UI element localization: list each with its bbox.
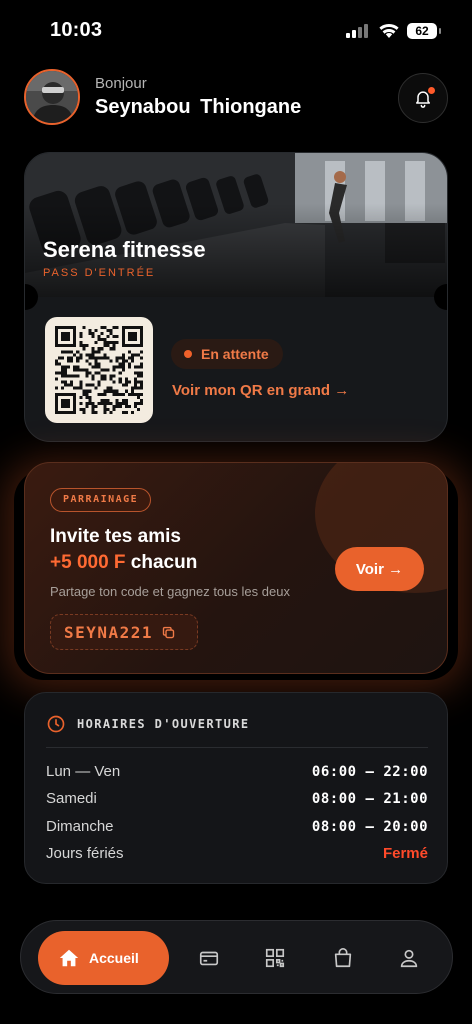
hours-value: 06:00 — 22:00	[311, 763, 428, 780]
home-icon	[59, 949, 79, 967]
tab-profile[interactable]	[397, 946, 421, 970]
user-icon	[400, 949, 418, 968]
hours-row: Jours fériés Fermé	[46, 845, 428, 862]
greeting-text: Bonjour	[95, 75, 147, 92]
hours-day: Dimanche	[46, 818, 114, 835]
tab-qr[interactable]	[263, 946, 287, 970]
status-dot	[184, 350, 192, 358]
status-time: 10:03	[50, 19, 103, 41]
referral-view-button[interactable]: Voir →	[335, 547, 424, 591]
pass-subtitle: PASS D'ENTRÉE	[43, 267, 156, 279]
hours-row: Samedi 08:00 — 21:00	[46, 790, 428, 807]
referral-amount: +5 000 F	[50, 552, 126, 573]
avatar[interactable]	[24, 69, 80, 125]
divider	[46, 747, 428, 748]
hours-closed: Fermé	[382, 845, 428, 862]
user-name: Seynabou Thiongane	[95, 96, 302, 118]
gym-name: Serena fitnesse	[43, 237, 206, 262]
card-icon	[199, 951, 219, 966]
hours-value: 08:00 — 21:00	[311, 790, 428, 807]
entry-pass-card[interactable]: Serena fitnesse PASS D'ENTRÉE En attente…	[24, 152, 448, 442]
wifi-icon	[379, 23, 399, 38]
hours-row: Lun — Ven 06:00 — 22:00	[46, 763, 428, 780]
hours-day: Lun — Ven	[46, 763, 121, 780]
referral-amount-line: +5 000 F chacun	[50, 552, 197, 574]
view-qr-large-link[interactable]: Voir mon QR en grand →	[172, 382, 349, 399]
status-badge: En attente	[171, 339, 283, 369]
referral-code: SEYNA221	[64, 622, 154, 642]
gym-photo: Serena fitnesse PASS D'ENTRÉE	[25, 153, 447, 297]
tab-home[interactable]: Accueil	[38, 931, 169, 985]
notifications-button[interactable]	[398, 73, 448, 123]
referral-note: Partage ton code et gagnez tous les deux	[50, 584, 290, 599]
referral-code-copy[interactable]: SEYNA221	[50, 614, 198, 650]
tab-home-label: Accueil	[89, 950, 139, 966]
hours-value: 08:00 — 20:00	[311, 818, 428, 835]
shopping-bag-icon	[334, 948, 352, 968]
ticket-notch-right	[434, 284, 447, 310]
referral-badge: PARRAINAGE	[50, 488, 152, 512]
notification-dot	[428, 87, 435, 94]
status-bar: 10:03 62	[0, 0, 472, 60]
copy-icon	[162, 626, 175, 638]
qr-code[interactable]	[45, 317, 153, 423]
hours-day: Jours fériés	[46, 845, 124, 862]
tab-card[interactable]	[197, 946, 221, 970]
qr-code-icon	[265, 948, 285, 968]
clock-icon	[47, 715, 65, 733]
hours-row: Dimanche 08:00 — 20:00	[46, 818, 428, 835]
qr-code-icon	[55, 326, 143, 414]
bottom-tab-bar: Accueil	[20, 920, 453, 994]
cellular-signal-icon	[346, 24, 370, 38]
battery-indicator: 62	[407, 23, 441, 39]
referral-card: PARRAINAGE Invite tes amis +5 000 F chac…	[24, 462, 448, 674]
hours-title: HORAIRES D'OUVERTURE	[77, 717, 250, 731]
tab-shop[interactable]	[331, 946, 355, 970]
status-text: En attente	[201, 346, 269, 362]
hours-day: Samedi	[46, 790, 97, 807]
referral-title: Invite tes amis	[50, 526, 181, 547]
referral-amount-suffix: chacun	[125, 552, 198, 573]
hours-header: HORAIRES D'OUVERTURE	[46, 714, 250, 734]
user-photo-icon	[26, 71, 78, 123]
opening-hours-card: HORAIRES D'OUVERTURE Lun — Ven 06:00 — 2…	[24, 692, 448, 884]
